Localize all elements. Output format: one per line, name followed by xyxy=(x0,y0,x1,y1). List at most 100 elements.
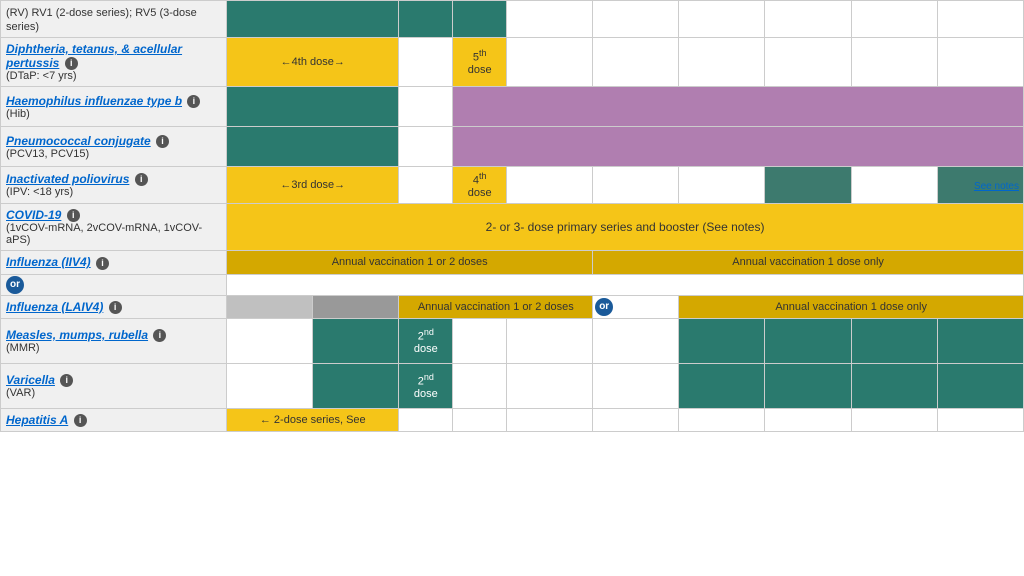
flu-laiv4-annual1-text: Annual vaccination 1 or 2 doses xyxy=(418,301,574,313)
ipv-empty1 xyxy=(399,167,453,204)
rv-col8 xyxy=(851,1,937,38)
rv-col5 xyxy=(593,1,679,38)
mmr-teal2 xyxy=(679,318,765,363)
var-teal4 xyxy=(851,363,937,408)
rv-col2 xyxy=(399,1,453,38)
hepa-empty5 xyxy=(679,408,765,431)
or-separator xyxy=(227,274,1024,295)
rv-col3 xyxy=(453,1,507,38)
rv-col9 xyxy=(937,1,1023,38)
mmr-dose-label: dose xyxy=(414,343,438,355)
mmr-sub: (MMR) xyxy=(6,342,221,354)
hib-link[interactable]: Haemophilus influenzae type b xyxy=(6,94,182,108)
or-badge: or xyxy=(6,276,24,294)
dtap-empty2 xyxy=(507,38,593,87)
hepa-empty7 xyxy=(851,408,937,431)
flu-laiv4-or-badge: or xyxy=(595,298,613,316)
ipv-4th-sup: th xyxy=(479,171,487,181)
hib-teal1 xyxy=(227,87,399,127)
vaccine-rv: (RV) RV1 (2-dose series); RV5 (3-dose se… xyxy=(1,1,227,38)
dtap-info-icon[interactable]: i xyxy=(65,57,78,70)
var-empty2 xyxy=(453,363,507,408)
dtap-empty6 xyxy=(851,38,937,87)
var-link[interactable]: Varicella xyxy=(6,373,55,387)
mmr-empty2 xyxy=(453,318,507,363)
flu-iiv4-annual2: Annual vaccination 1 dose only xyxy=(593,251,1024,274)
rv-text: (RV) RV1 (2-dose series); RV5 (3-dose se… xyxy=(6,7,197,33)
hepa-empty3 xyxy=(507,408,593,431)
dtap-empty3 xyxy=(593,38,679,87)
hib-purple xyxy=(453,87,1024,127)
vaccine-flu-iiv4: Influenza (IIV4) i xyxy=(1,251,227,274)
mmr-link[interactable]: Measles, mumps, rubella xyxy=(6,328,148,342)
flu-laiv4-gray2 xyxy=(313,295,399,318)
rv-col6 xyxy=(679,1,765,38)
mmr-empty4 xyxy=(593,318,679,363)
ipv-3rd-label: ←3rd dose→ xyxy=(280,179,345,191)
ipv-dose4: 4th dose xyxy=(453,167,507,204)
var-teal1 xyxy=(313,363,399,408)
ipv-empty2 xyxy=(507,167,593,204)
var-dose-label: dose xyxy=(414,388,438,400)
dtap-empty1 xyxy=(399,38,453,87)
dtap-sub: (DTaP: <7 yrs) xyxy=(6,70,221,82)
ipv-empty3 xyxy=(593,167,679,204)
ipv-dose3: ←3rd dose→ xyxy=(227,167,399,204)
flu-laiv4-annual1: Annual vaccination 1 or 2 doses xyxy=(399,295,593,318)
covid-sub: (1vCOV-mRNA, 2vCOV-mRNA, 1vCOV-aPS) xyxy=(6,222,221,246)
var-empty1 xyxy=(227,363,313,408)
pcv-info-icon[interactable]: i xyxy=(156,135,169,148)
ipv-see-notes-link[interactable]: See notes xyxy=(974,181,1019,192)
vaccine-var: Varicella i (VAR) xyxy=(1,363,227,408)
covid-doses: 2- or 3- dose primary series and booster… xyxy=(227,203,1024,250)
mmr-info-icon[interactable]: i xyxy=(153,329,166,342)
mmr-2nd-sup: nd xyxy=(424,327,434,337)
mmr-dose2: 2nd dose xyxy=(399,318,453,363)
hepa-empty1 xyxy=(399,408,453,431)
mmr-teal1 xyxy=(313,318,399,363)
covid-text-content: 2- or 3- dose primary series and booster… xyxy=(486,220,765,234)
flu-laiv4-info-icon[interactable]: i xyxy=(109,301,122,314)
mmr-empty1 xyxy=(227,318,313,363)
vaccine-mmr: Measles, mumps, rubella i (MMR) xyxy=(1,318,227,363)
var-info-icon[interactable]: i xyxy=(60,374,73,387)
hepa-empty2 xyxy=(453,408,507,431)
dtap-empty4 xyxy=(679,38,765,87)
hib-info-icon[interactable]: i xyxy=(187,95,200,108)
pcv-teal1 xyxy=(227,127,399,167)
hepa-text: ← 2-dose series, See xyxy=(260,414,366,426)
covid-info-icon[interactable]: i xyxy=(67,209,80,222)
flu-laiv4-gray1 xyxy=(227,295,313,318)
vaccine-hib: Haemophilus influenzae type b i (Hib) xyxy=(1,87,227,127)
mmr-empty3 xyxy=(507,318,593,363)
hepa-link[interactable]: Hepatitis A xyxy=(6,413,68,427)
flu-iiv4-info-icon[interactable]: i xyxy=(96,257,109,270)
vaccine-hepa: Hepatitis A i xyxy=(1,408,227,431)
ipv-link[interactable]: Inactivated poliovirus xyxy=(6,172,129,186)
ipv-empty5 xyxy=(851,167,937,204)
ipv-dose-label: dose xyxy=(468,187,492,199)
covid-link[interactable]: COVID-19 xyxy=(6,208,61,222)
var-empty4 xyxy=(593,363,679,408)
pcv-link[interactable]: Pneumococcal conjugate xyxy=(6,134,151,148)
dtap-empty7 xyxy=(937,38,1023,87)
flu-iiv4-annual2-text: Annual vaccination 1 dose only xyxy=(732,256,884,268)
dtap-link[interactable]: Diphtheria, tetanus, & acellular pertuss… xyxy=(6,42,182,70)
flu-iiv4-link[interactable]: Influenza (IIV4) xyxy=(6,255,91,269)
dtap-dose5: 5th dose xyxy=(453,38,507,87)
pcv-empty1 xyxy=(399,127,453,167)
hepa-info-icon[interactable]: i xyxy=(74,414,87,427)
var-sub: (VAR) xyxy=(6,387,221,399)
pcv-purple xyxy=(453,127,1024,167)
mmr-teal3 xyxy=(765,318,851,363)
vaccine-flu-laiv4: Influenza (LAIV4) i xyxy=(1,295,227,318)
ipv-teal xyxy=(765,167,851,204)
flu-laiv4-link[interactable]: Influenza (LAIV4) xyxy=(6,300,103,314)
var-teal3 xyxy=(765,363,851,408)
hepa-empty4 xyxy=(593,408,679,431)
pcv-sub: (PCV13, PCV15) xyxy=(6,148,221,160)
hib-empty1 xyxy=(399,87,453,127)
hepa-empty6 xyxy=(765,408,851,431)
ipv-info-icon[interactable]: i xyxy=(135,173,148,186)
mmr-teal4 xyxy=(851,318,937,363)
